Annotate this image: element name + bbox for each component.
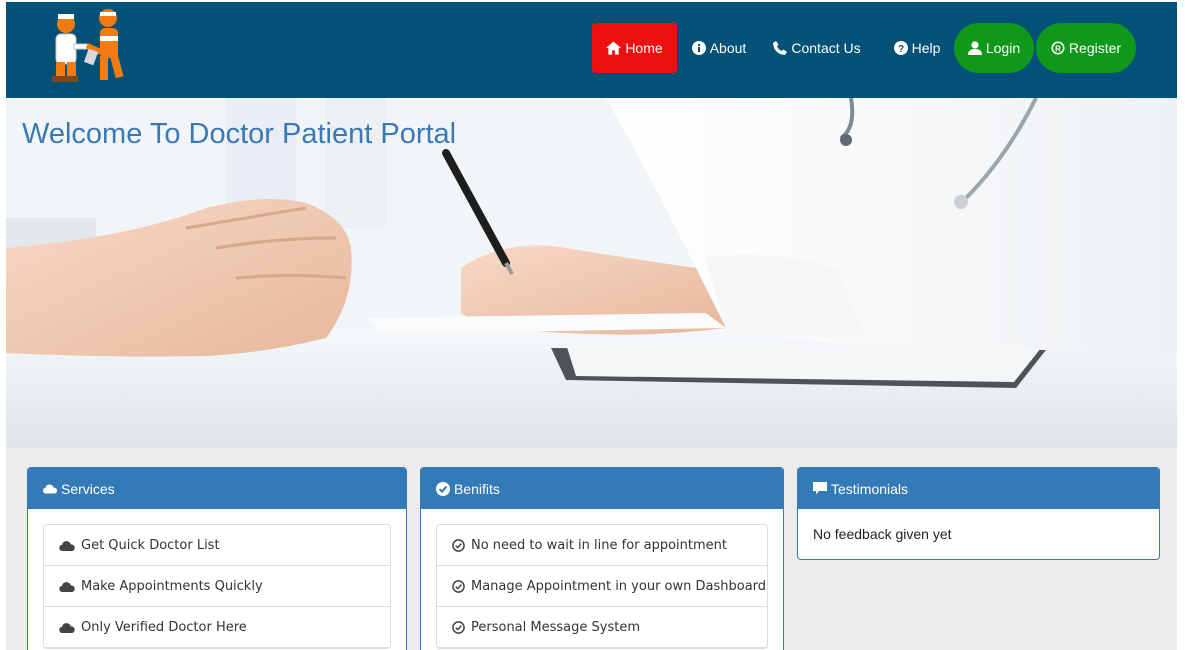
- svg-text:R: R: [1055, 45, 1061, 54]
- testimonials-heading-label: Testimonials: [831, 480, 909, 497]
- service-item-label: Get Quick Doctor List: [81, 537, 220, 553]
- nav-home-label: Home: [625, 40, 663, 56]
- svg-text:?: ?: [898, 44, 904, 55]
- benefit-item-label: Personal Message System: [471, 619, 640, 635]
- nav-about-label: About: [709, 40, 747, 56]
- comment-icon: [813, 482, 827, 495]
- services-heading-label: Services: [61, 480, 115, 497]
- nav-register-label: Register: [1068, 40, 1122, 56]
- benefits-list: No need to wait in line for appointment …: [436, 524, 768, 649]
- nav-contact-label: Contact Us: [791, 40, 861, 56]
- benefits-heading-label: Benifits: [454, 480, 500, 497]
- nav-home-button[interactable]: Home: [592, 23, 677, 73]
- service-item-label: Only Verified Doctor Here: [81, 619, 247, 635]
- question-icon: ?: [893, 41, 908, 55]
- benefit-item-label: No need to wait in line for appointment: [471, 537, 728, 553]
- nav-about-button[interactable]: About: [686, 23, 752, 73]
- list-item: Make Appointments Quickly: [44, 566, 390, 607]
- cloud-icon: [59, 540, 75, 551]
- testimonials-panel: Testimonials No feedback given yet: [797, 467, 1160, 560]
- benefits-panel-heading: Benifits: [421, 468, 783, 509]
- hero-banner: Welcome To Doctor Patient Portal: [6, 98, 1177, 448]
- nav-help-button[interactable]: ? Help: [886, 23, 948, 73]
- info-icon: [691, 41, 706, 55]
- services-panel-heading: Services: [28, 468, 406, 509]
- nav-register-button[interactable]: R Register: [1036, 23, 1136, 73]
- testimonials-panel-heading: Testimonials: [798, 468, 1159, 509]
- list-item: No need to wait in line for appointment: [437, 525, 767, 566]
- navbar: Home About Contact Us ? Help Login R Reg…: [6, 2, 1177, 98]
- cloud-icon: [59, 581, 75, 592]
- nav-contact-button[interactable]: Contact Us: [768, 23, 866, 73]
- list-item: Get Quick Doctor List: [44, 525, 390, 566]
- list-item: Only Verified Doctor Here: [44, 607, 390, 648]
- list-item: Manage Appointment in your own Dashboard: [437, 566, 767, 607]
- home-icon: [606, 41, 622, 55]
- service-item-label: Make Appointments Quickly: [81, 578, 263, 594]
- testimonial-empty-text: No feedback given yet: [813, 526, 952, 542]
- check-circle-icon: [452, 620, 465, 634]
- doctor-patient-logo[interactable]: [42, 6, 134, 94]
- nav-login-button[interactable]: Login: [954, 23, 1034, 73]
- cloud-icon: [43, 484, 57, 494]
- check-circle-icon: [452, 579, 465, 593]
- page-title: Welcome To Doctor Patient Portal: [22, 118, 457, 150]
- cloud-icon: [59, 622, 75, 633]
- services-list: Get Quick Doctor List Make Appointments …: [43, 524, 391, 649]
- list-item: Personal Message System: [437, 607, 767, 648]
- services-panel: Services Get Quick Doctor List Make Appo…: [27, 467, 407, 650]
- nav-help-label: Help: [911, 40, 941, 56]
- check-circle-icon: [452, 538, 465, 552]
- phone-icon: [773, 41, 788, 55]
- page-frame: Home About Contact Us ? Help Login R Reg…: [6, 2, 1177, 650]
- benefit-item-label: Manage Appointment in your own Dashboard: [471, 578, 767, 594]
- benefits-panel: Benifits No need to wait in line for app…: [420, 467, 784, 650]
- user-icon: [967, 41, 982, 55]
- check-circle-icon: [436, 481, 450, 496]
- nav-login-label: Login: [985, 40, 1021, 56]
- registered-icon: R: [1051, 41, 1065, 55]
